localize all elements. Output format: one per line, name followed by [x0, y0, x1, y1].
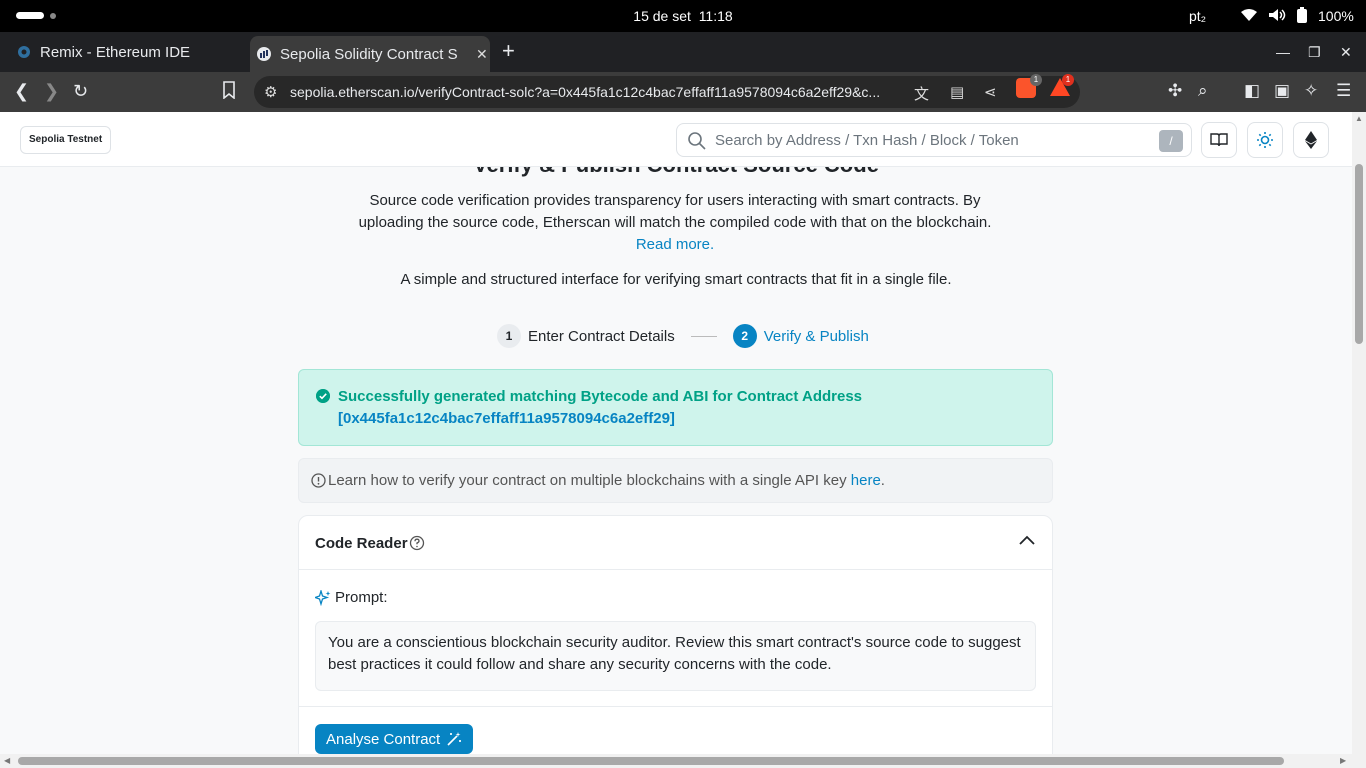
code-reader-title: Code Reader	[315, 535, 408, 552]
system-tray[interactable]	[1240, 7, 1308, 23]
bookmark-icon[interactable]	[222, 81, 236, 103]
scroll-up-icon[interactable]: ▲	[1355, 114, 1363, 123]
minimize-icon[interactable]: —	[1276, 44, 1290, 60]
code-reader-card: Code Reader Prompt: You are a conscienti…	[298, 515, 1053, 754]
rewards-count-badge: 1	[1062, 74, 1074, 86]
info-text: Learn how to verify your contract on mul…	[328, 472, 847, 489]
description: Source code verification provides transp…	[350, 190, 1000, 256]
remix-logo-icon	[16, 44, 32, 60]
info-text-wrap: Learn how to verify your contract on mul…	[328, 472, 885, 489]
site-header: Sepolia Testnet Search by Address / Txn …	[0, 112, 1352, 167]
theme-sun-icon[interactable]	[1247, 122, 1283, 158]
info-circle-icon	[311, 473, 326, 488]
read-more-link[interactable]: Read more.	[636, 236, 714, 253]
os-top-bar: 15 de set 11:18 pt₂ 100%	[0, 0, 1366, 32]
os-clock[interactable]: 15 de set 11:18	[0, 8, 1366, 24]
close-tab-icon[interactable]: ✕	[476, 46, 488, 63]
description-text: Source code verification provides transp…	[358, 192, 992, 231]
address-bar[interactable]: ⚙ sepolia.etherscan.io/verifyContract-so…	[254, 76, 1080, 108]
step-connector	[690, 335, 717, 337]
wifi-icon	[1241, 9, 1257, 21]
book-icon[interactable]	[1201, 122, 1237, 158]
search-input[interactable]: Search by Address / Txn Hash / Block / T…	[676, 123, 1192, 157]
api-info-link[interactable]: here	[851, 472, 881, 489]
tab-title: Remix - Ethereum IDE	[40, 43, 191, 61]
step-indicator: 1 Enter Contract Details 2 Verify & Publ…	[497, 324, 869, 348]
back-icon[interactable]: ❮	[14, 81, 29, 101]
success-message: Successfully generated matching Bytecode…	[338, 388, 863, 405]
subdescription: A simple and structured interface for ve…	[400, 271, 952, 288]
analyse-contract-button[interactable]: Analyse Contract	[315, 724, 474, 754]
tab-remix[interactable]: Remix - Ethereum IDE	[10, 36, 242, 68]
keyboard-layout[interactable]: pt₂	[1189, 8, 1206, 24]
vertical-scroll-thumb[interactable]	[1355, 164, 1363, 344]
reload-icon[interactable]: ↻	[73, 81, 88, 101]
step-2-number: 2	[732, 324, 757, 348]
ai-assistant-icon[interactable]: ✧	[1304, 81, 1318, 101]
sidebar-icon[interactable]: ◧	[1244, 81, 1260, 101]
etherscan-logo-icon	[256, 46, 272, 62]
step-2-label: Verify & Publish	[763, 327, 869, 345]
chevron-up-icon[interactable]	[1018, 534, 1036, 546]
browser-toolbar: ❮ ❯ ↻ ⚙ sepolia.etherscan.io/verifyContr…	[0, 72, 1366, 112]
check-circle-icon	[316, 389, 330, 403]
os-time: 11:18	[698, 8, 733, 24]
tab-etherscan[interactable]: Sepolia Solidity Contract S ✕	[250, 36, 490, 72]
battery-icon	[1297, 7, 1307, 23]
search-icon	[688, 132, 706, 150]
battery-percent: 100%	[1318, 8, 1354, 24]
analyse-button-label: Analyse Contract	[326, 730, 441, 748]
prompt-label: Prompt:	[315, 589, 388, 606]
code-reader-header[interactable]: Code Reader	[299, 516, 1052, 570]
new-tab-icon[interactable]: +	[502, 40, 515, 62]
menu-icon[interactable]: ☰	[1336, 81, 1351, 101]
help-circle-icon[interactable]	[409, 535, 425, 551]
vertical-scrollbar[interactable]: ▲	[1352, 112, 1366, 754]
browser-tab-strip: Remix - Ethereum IDE Sepolia Solidity Co…	[0, 32, 1366, 72]
volume-icon	[1269, 9, 1286, 21]
extensions-icon[interactable]: ✣	[1168, 81, 1182, 101]
translate-icon[interactable]: 文	[914, 83, 929, 104]
search-placeholder: Search by Address / Txn Hash / Block / T…	[715, 132, 1019, 149]
ethereum-icon[interactable]	[1293, 122, 1329, 158]
network-badge[interactable]: Sepolia Testnet	[20, 126, 112, 154]
horizontal-scrollbar[interactable]: ◀ ▶	[0, 754, 1366, 768]
horizontal-scroll-thumb[interactable]	[18, 757, 1284, 765]
prompt-label-text: Prompt:	[335, 589, 388, 606]
scroll-right-icon[interactable]: ▶	[1340, 756, 1346, 765]
search-shortcut-key: /	[1159, 130, 1183, 152]
forward-icon[interactable]: ❯	[44, 81, 59, 101]
step-1-number: 1	[497, 324, 521, 348]
success-alert: Successfully generated matching Bytecode…	[298, 369, 1053, 446]
contract-address: [0x445fa1c12c4bac7effaff11a9578094c6a2ef…	[338, 410, 675, 427]
share-icon[interactable]: ⋖	[984, 83, 997, 101]
leo-icon[interactable]: ⌕	[1198, 81, 1208, 101]
sparkle-icon	[315, 589, 331, 606]
close-window-icon[interactable]: ✕	[1340, 44, 1352, 61]
magic-wand-icon	[447, 732, 462, 746]
shields-count-badge: 1	[1030, 74, 1042, 86]
scroll-left-icon[interactable]: ◀	[4, 756, 10, 765]
info-period: .	[880, 472, 885, 489]
wallet-icon[interactable]: ▣	[1274, 81, 1290, 101]
tab-title: Sepolia Solidity Contract S	[280, 45, 458, 63]
step-1-label: Enter Contract Details	[528, 327, 675, 345]
os-date: 15 de set	[633, 8, 691, 24]
page-content: Verify & Publish Contract Source Code Se…	[0, 112, 1352, 754]
reader-mode-icon[interactable]: ▤	[950, 83, 964, 101]
api-info-banner: Learn how to verify your contract on mul…	[298, 458, 1053, 503]
site-settings-icon[interactable]: ⚙	[264, 83, 277, 101]
maximize-icon[interactable]: ❐	[1308, 44, 1321, 61]
prompt-textarea[interactable]: You are a conscientious blockchain secur…	[315, 621, 1036, 691]
url-text: sepolia.etherscan.io/verifyContract-solc…	[290, 84, 881, 100]
divider	[299, 706, 1052, 707]
